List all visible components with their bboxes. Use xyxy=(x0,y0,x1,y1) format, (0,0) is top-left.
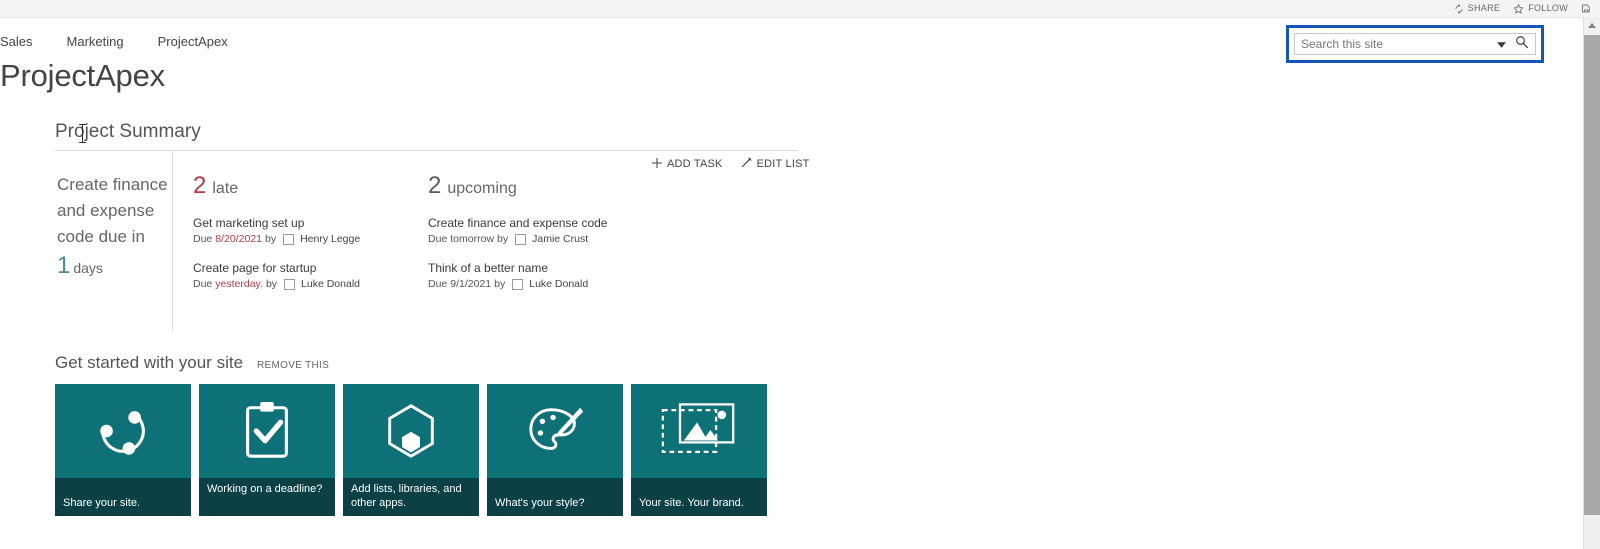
search-submit-button[interactable] xyxy=(1509,35,1535,54)
task-title[interactable]: Create finance and expense code xyxy=(428,215,678,231)
edit-list-label: EDIT LIST xyxy=(756,158,810,170)
nav-item-marketing[interactable]: Marketing xyxy=(67,34,137,49)
tile-add-lists-libraries[interactable]: Add lists, libraries, and other apps. xyxy=(343,384,479,516)
due-prefix: Due xyxy=(428,278,448,290)
edit-list-button[interactable]: EDIT LIST xyxy=(741,157,810,171)
tile-whats-your-style[interactable]: What's your style? xyxy=(487,384,623,516)
top-navigation: Sales Marketing ProjectApex xyxy=(0,34,262,49)
task-meta: Due tomorrow by Jamie Crust xyxy=(428,232,678,246)
task-item[interactable]: Create finance and expense code Due tomo… xyxy=(428,215,678,246)
assignee-name: Luke Donald xyxy=(301,278,360,290)
task-complete-checkbox[interactable] xyxy=(515,233,527,245)
add-task-label: ADD TASK xyxy=(667,158,723,170)
task-meta: Due yesterday. by Luke Donald xyxy=(193,277,418,291)
due-date: tomorrow xyxy=(450,233,495,245)
follow-label: FOLLOW xyxy=(1528,3,1568,13)
countdown-task-text: Create finance and expense code due in xyxy=(57,175,168,246)
task-meta: Due 8/20/2021 by Henry Legge xyxy=(193,232,418,246)
assignee-name: Luke Donald xyxy=(529,278,589,290)
plus-icon xyxy=(652,157,662,171)
vertical-scrollbar[interactable] xyxy=(1583,17,1600,549)
task-title[interactable]: Create page for startup xyxy=(193,260,418,276)
by-label: by xyxy=(264,233,277,245)
upcoming-count: 2 xyxy=(428,172,442,199)
due-date: 8/20/2021 xyxy=(215,233,262,245)
task-item[interactable]: Think of a better name Due 9/1/2021 by L… xyxy=(428,260,678,291)
suite-actions: SHARE FOLLOW xyxy=(1454,1,1592,16)
search-input[interactable] xyxy=(1295,34,1493,54)
share-label: SHARE xyxy=(1467,3,1501,13)
get-started-title: Get started with your site xyxy=(55,353,244,372)
late-count: 2 xyxy=(193,172,207,199)
countdown-value: 1 days xyxy=(57,252,169,282)
by-label: by xyxy=(497,233,509,245)
task-title[interactable]: Get marketing set up xyxy=(193,215,418,231)
nav-item-sales[interactable]: Sales xyxy=(0,34,46,49)
project-summary-divider xyxy=(55,150,798,151)
tile-share-your-site[interactable]: Share your site. xyxy=(55,384,191,516)
share-network-icon xyxy=(55,384,191,478)
by-label: by xyxy=(265,278,278,290)
scroll-up-arrow-icon xyxy=(1588,23,1596,28)
share-icon xyxy=(1454,4,1464,14)
share-button[interactable]: SHARE xyxy=(1454,4,1501,14)
palette-brush-icon xyxy=(487,384,623,478)
add-task-button[interactable]: ADD TASK xyxy=(652,157,723,171)
save-sync-button[interactable] xyxy=(1581,3,1592,14)
task-complete-checkbox[interactable] xyxy=(512,278,524,290)
project-summary-actions: ADD TASK EDIT LIST xyxy=(652,157,810,171)
follow-button[interactable]: FOLLOW xyxy=(1513,4,1568,14)
get-started-header: Get started with your site REMOVE THIS xyxy=(55,352,329,374)
countdown-panel: Create finance and expense code due in 1… xyxy=(57,172,169,282)
tile-label: What's your style? xyxy=(487,478,623,516)
late-label: late xyxy=(212,180,239,197)
task-title[interactable]: Think of a better name xyxy=(428,260,678,276)
task-group-upcoming-header: 2 upcoming xyxy=(428,172,678,203)
project-summary-vertical-divider xyxy=(172,151,173,332)
tile-label: Working on a deadline? xyxy=(199,478,335,516)
due-prefix: Due xyxy=(193,233,213,245)
tile-your-site-your-brand[interactable]: Your site. Your brand. xyxy=(631,384,767,516)
page-title: ProjectApex xyxy=(0,58,165,93)
search-box[interactable] xyxy=(1294,33,1536,55)
suite-bar: SHARE FOLLOW xyxy=(0,0,1600,18)
project-summary-heading: Project Summary xyxy=(55,121,201,142)
due-prefix: Due xyxy=(193,278,213,290)
chevron-down-icon xyxy=(1496,35,1506,53)
image-frame-icon xyxy=(631,384,767,478)
due-date: 9/1/2021 xyxy=(450,278,492,290)
remove-this-button[interactable]: REMOVE THIS xyxy=(257,360,329,371)
assignee-name: Jamie Crust xyxy=(532,233,589,245)
get-started-tiles: Share your site. Working on a deadline? … xyxy=(55,384,767,516)
tile-label: Add lists, libraries, and other apps. xyxy=(343,478,479,516)
countdown-unit: days xyxy=(73,260,103,276)
by-label: by xyxy=(494,278,506,290)
task-group-late: 2 late Get marketing set up Due 8/20/202… xyxy=(193,172,418,305)
search-icon xyxy=(1515,35,1529,54)
tile-label: Share your site. xyxy=(55,478,191,516)
task-meta: Due 9/1/2021 by Luke Donald xyxy=(428,277,678,291)
pencil-icon xyxy=(741,157,752,171)
task-complete-checkbox[interactable] xyxy=(283,233,295,245)
clipboard-check-icon xyxy=(199,384,335,478)
upcoming-label: upcoming xyxy=(447,180,517,197)
scrollbar-thumb[interactable] xyxy=(1584,35,1600,515)
task-group-upcoming: 2 upcoming Create finance and expense co… xyxy=(428,172,678,305)
star-icon xyxy=(1513,3,1524,14)
task-group-late-header: 2 late xyxy=(193,172,418,203)
nav-item-projectapex[interactable]: ProjectApex xyxy=(158,34,241,49)
assignee-name: Henry Legge xyxy=(300,233,361,245)
due-date: yesterday. xyxy=(215,278,263,290)
task-complete-checkbox[interactable] xyxy=(284,278,296,290)
scroll-up-button[interactable] xyxy=(1584,17,1600,34)
search-scope-dropdown[interactable] xyxy=(1493,35,1509,53)
tile-working-on-a-deadline[interactable]: Working on a deadline? xyxy=(199,384,335,516)
countdown-number: 1 xyxy=(57,252,71,279)
hexagon-app-icon xyxy=(343,384,479,478)
tile-label: Your site. Your brand. xyxy=(631,478,767,516)
save-sync-icon xyxy=(1581,3,1592,14)
task-item[interactable]: Create page for startup Due yesterday. b… xyxy=(193,260,418,291)
task-item[interactable]: Get marketing set up Due 8/20/2021 by He… xyxy=(193,215,418,246)
due-prefix: Due xyxy=(428,233,448,245)
